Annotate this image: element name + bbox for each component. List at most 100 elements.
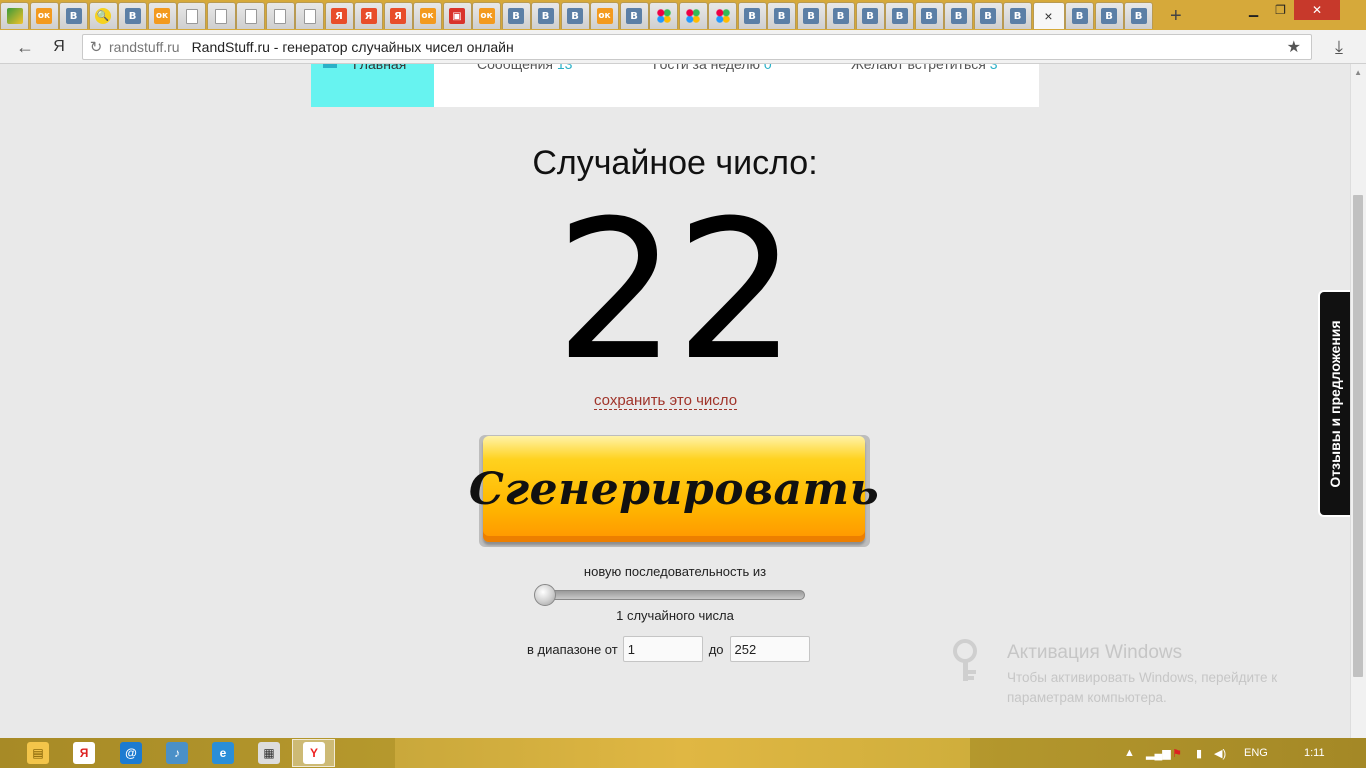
activation-title: Активация Windows — [1007, 642, 1183, 663]
red-favicon-icon: Я — [360, 8, 377, 24]
browser-tab[interactable]: B — [767, 2, 796, 29]
nav-guests[interactable]: Гости за неделю 0 — [653, 64, 772, 72]
vk-favicon-icon: B — [1101, 8, 1117, 24]
browser-tab[interactable]: B — [59, 2, 88, 29]
ie-icon[interactable]: e — [212, 742, 234, 764]
browser-tab[interactable]: B — [619, 2, 649, 29]
vk-favicon-icon: B — [980, 8, 996, 24]
range-to-label: до — [708, 641, 724, 657]
save-number-link[interactable]: сохранить это число — [594, 392, 738, 410]
close-window-icon[interactable]: ✕ — [1294, 0, 1340, 20]
nav-home[interactable]: Главная — [311, 64, 434, 107]
browser-tab[interactable]: B — [944, 2, 973, 29]
signal-icon[interactable]: ▂▄▆ — [1146, 747, 1171, 760]
browser-tab[interactable]: B — [1003, 2, 1032, 29]
windows-taskbar: ▤ Я @ ♪ e ▦ Y ▲ ▂▄▆ ⚑ ▮ ◀) ENG 1:11 — [0, 738, 1366, 768]
browser-tab[interactable]: Я — [383, 2, 413, 29]
flag-icon[interactable]: ⚑ — [1172, 747, 1182, 760]
activation-text: Чтобы активировать Windows, перейдите к … — [1007, 670, 1278, 705]
browser-tab[interactable]: Я — [324, 2, 354, 29]
doc-favicon-icon — [303, 8, 316, 24]
yandex-icon[interactable]: Я — [48, 36, 70, 58]
browser-tab[interactable] — [708, 2, 737, 29]
browser-tab[interactable]: B — [855, 2, 885, 29]
clock[interactable]: 1:11 — [1304, 747, 1325, 759]
browser-tab[interactable] — [236, 2, 265, 29]
doc-favicon-icon — [244, 8, 257, 24]
doc-favicon-icon — [215, 8, 227, 24]
minimize-icon[interactable]: ▁ — [1240, 0, 1267, 20]
address-bar[interactable]: ↻ randstuff.ru RandStuff.ru - генератор … — [82, 34, 1312, 60]
range-from-input[interactable] — [622, 636, 703, 662]
media-icon[interactable]: ♪ — [166, 742, 188, 764]
browser-tab[interactable]: B — [531, 2, 560, 29]
browser-tab[interactable]: ок — [472, 2, 501, 29]
yandex-taskbar-icon[interactable]: Я — [73, 742, 95, 764]
browser-tab[interactable] — [206, 2, 236, 29]
browser-tab[interactable]: B — [560, 2, 590, 29]
generate-button[interactable]: Сгенерировать — [469, 436, 879, 542]
browser-tab[interactable]: B — [885, 2, 914, 29]
bookmark-star-icon[interactable]: ★ — [1287, 37, 1301, 57]
vk-favicon-icon: B — [921, 8, 937, 24]
range-from-label: в диапазоне от — [527, 641, 618, 657]
battery-icon[interactable]: ▮ — [1196, 747, 1202, 760]
nav-messages[interactable]: Сообщения 13 — [477, 64, 572, 72]
browser-tab[interactable] — [265, 2, 295, 29]
nav-home-label: Главная — [353, 64, 407, 72]
calculator-icon[interactable]: ▦ — [258, 742, 280, 764]
language-indicator[interactable]: ENG — [1244, 747, 1268, 759]
browser-tab[interactable]: B — [1124, 2, 1153, 29]
count-slider-track[interactable] — [539, 590, 805, 600]
count-label: 1 случайного числа — [616, 608, 734, 623]
tab-close-icon[interactable]: × — [1044, 8, 1052, 24]
nav-want-meet-label: Желают встретиться — [851, 64, 986, 72]
restore-icon[interactable]: ❐ — [1267, 0, 1294, 20]
tab-active[interactable]: × — [1032, 2, 1065, 29]
browser-tab[interactable]: ок — [29, 2, 59, 29]
yandex-browser-icon[interactable]: Y — [303, 742, 325, 764]
new-tab-button[interactable]: + — [1170, 5, 1182, 28]
browser-tab[interactable]: B — [1065, 2, 1094, 29]
browser-tab[interactable]: B — [914, 2, 944, 29]
browser-tab[interactable]: B — [1094, 2, 1124, 29]
tray-expand-icon[interactable]: ▲ — [1124, 747, 1135, 759]
browser-tab[interactable] — [649, 2, 678, 29]
scroll-up-icon[interactable]: ▲ — [1354, 68, 1362, 77]
browser-tab[interactable]: B — [501, 2, 531, 29]
vk-favicon-icon: B — [950, 8, 967, 24]
volume-icon[interactable]: ◀) — [1214, 747, 1226, 760]
reload-icon[interactable]: ↻ — [83, 38, 109, 56]
browser-tab[interactable]: B — [737, 2, 767, 29]
browser-tab[interactable] — [0, 2, 29, 29]
browser-tab[interactable]: Я — [354, 2, 383, 29]
browser-tab[interactable]: ок — [413, 2, 442, 29]
browser-tab[interactable] — [678, 2, 708, 29]
download-icon[interactable]: ⤓ — [1328, 36, 1350, 58]
browser-tab[interactable]: B — [118, 2, 147, 29]
address-title: RandStuff.ru - генератор случайных чисел… — [191, 39, 514, 55]
key-icon — [953, 639, 977, 681]
ok-favicon-icon: ок — [596, 8, 613, 24]
browser-tab[interactable]: ок — [590, 2, 619, 29]
browser-tab[interactable] — [295, 2, 324, 29]
browser-tab[interactable]: 🔍 — [88, 2, 118, 29]
red-favicon-icon: Я — [331, 8, 347, 24]
browser-tab[interactable]: B — [796, 2, 826, 29]
browser-tab[interactable]: ▣ — [442, 2, 472, 29]
scrollbar-thumb[interactable] — [1353, 195, 1363, 677]
range-to-input[interactable] — [729, 636, 810, 662]
count-slider-handle[interactable] — [534, 584, 556, 606]
vk-favicon-icon: B — [1130, 8, 1147, 24]
doc-favicon-icon — [274, 8, 286, 24]
feedback-tab[interactable]: Отзывы и предложения — [1318, 290, 1350, 517]
mail-icon[interactable]: @ — [120, 742, 142, 764]
browser-tab[interactable]: B — [973, 2, 1003, 29]
browser-tab[interactable]: B — [826, 2, 855, 29]
nav-want-meet[interactable]: Желают встретиться 3 — [851, 64, 998, 72]
explorer-icon[interactable]: ▤ — [27, 742, 49, 764]
browser-tab[interactable]: ок — [147, 2, 177, 29]
back-arrow-icon[interactable]: ← — [14, 36, 36, 58]
range-row: в диапазоне от до — [527, 636, 810, 662]
browser-tab[interactable] — [177, 2, 206, 29]
